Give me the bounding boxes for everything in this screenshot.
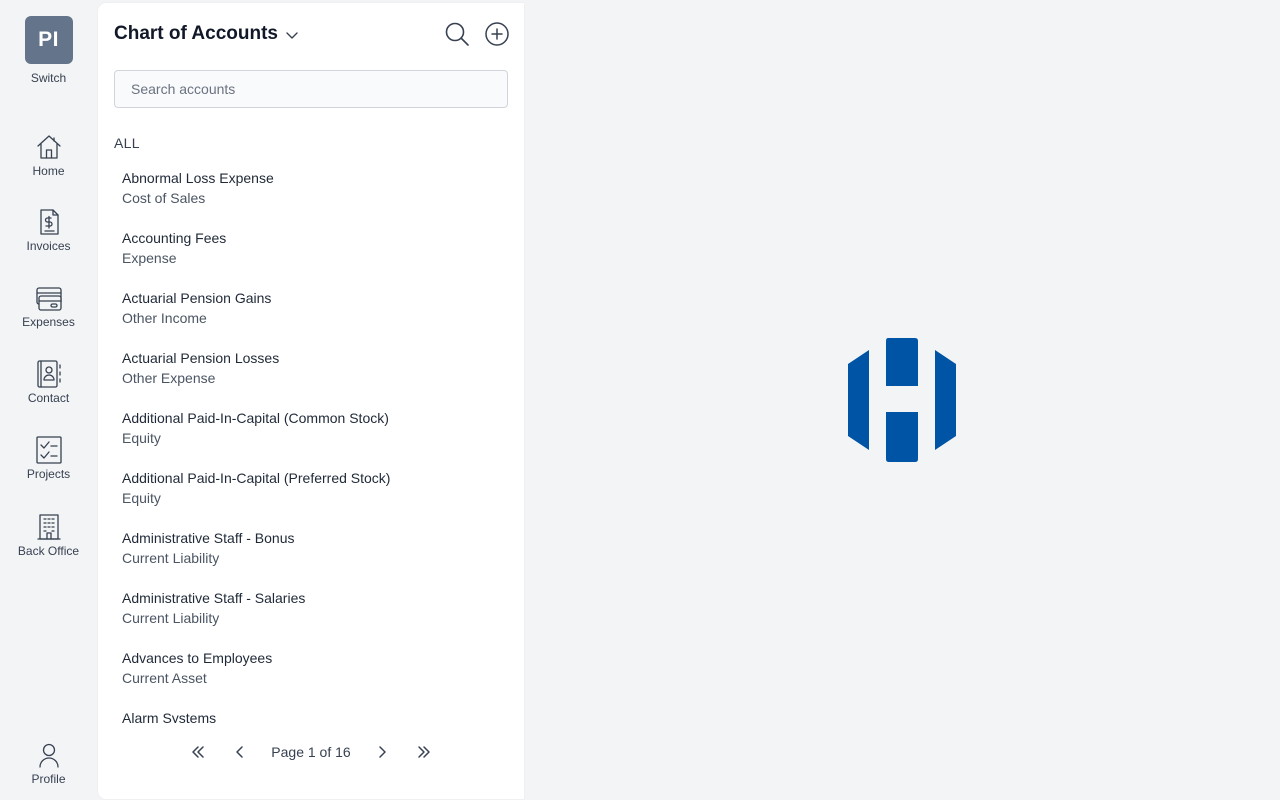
chevron-down-icon[interactable] — [284, 27, 300, 43]
nav-label-home: Home — [32, 164, 65, 178]
plus-circle-icon[interactable] — [484, 21, 510, 47]
organization-badge: PI — [24, 16, 73, 64]
account-name: Actuarial Pension Gains — [122, 290, 272, 306]
nav-item-projects[interactable]: Projects — [0, 435, 97, 481]
list-item[interactable]: Advances to Employees Current Asset — [98, 643, 524, 703]
search-icon[interactable] — [444, 21, 470, 47]
chevrons-right-icon[interactable] — [413, 741, 435, 763]
list-item[interactable]: Administrative Staff - Bonus Current Lia… — [98, 523, 524, 583]
nav-item-expenses[interactable]: Expenses — [0, 283, 97, 329]
switch-organization-button[interactable]: PI Switch — [0, 16, 97, 85]
panel-header: Chart of Accounts — [114, 19, 510, 49]
left-nav-rail: PI Switch Home Invoices Expenses Contact… — [0, 0, 97, 800]
chevrons-left-icon[interactable] — [187, 741, 209, 763]
account-name: Actuarial Pension Losses — [122, 350, 280, 366]
home-icon — [34, 132, 64, 162]
account-name: Abnormal Loss Expense — [122, 170, 274, 186]
account-name: Additional Paid-In-Capital (Preferred St… — [122, 470, 391, 486]
list-item[interactable]: Accounting Fees Expense — [98, 223, 524, 283]
nav-label-projects: Projects — [26, 467, 71, 481]
list-item[interactable]: Actuarial Pension Gains Other Income — [98, 283, 524, 343]
accounts-list: Abnormal Loss Expense Cost of Sales Acco… — [98, 163, 524, 723]
list-item[interactable]: Additional Paid-In-Capital (Common Stock… — [98, 403, 524, 463]
list-item[interactable]: Abnormal Loss Expense Cost of Sales — [98, 163, 524, 223]
list-item[interactable]: Alarm Systems — [98, 703, 524, 723]
contact-book-icon — [34, 359, 64, 389]
nav-label-contact: Contact — [27, 391, 70, 405]
chart-of-accounts-panel: Chart of Accounts ALL Ab — [98, 3, 524, 799]
credit-card-icon — [34, 283, 64, 313]
header-actions — [444, 21, 510, 47]
invoice-dollar-icon — [34, 207, 64, 237]
account-type: Cost of Sales — [122, 190, 206, 206]
nav-label-expenses: Expenses — [22, 315, 75, 329]
account-type: Equity — [122, 430, 161, 446]
account-name: Alarm Systems — [122, 710, 217, 723]
account-type: Equity — [122, 490, 161, 506]
building-icon — [34, 512, 64, 542]
nav-item-contact[interactable]: Contact — [0, 359, 97, 405]
chevron-left-icon[interactable] — [229, 741, 251, 763]
nav-item-back-office[interactable]: Back Office — [0, 512, 97, 558]
account-type: Current Liability — [122, 550, 220, 566]
list-item[interactable]: Administrative Staff - Salaries Current … — [98, 583, 524, 643]
switch-label: Switch — [30, 71, 67, 85]
nav-item-home[interactable]: Home — [0, 132, 97, 178]
account-type: Expense — [122, 250, 177, 266]
account-type: Current Asset — [122, 670, 207, 686]
nav-item-profile[interactable]: Profile — [0, 740, 97, 786]
account-type: Other Expense — [122, 370, 216, 386]
brand-logo — [846, 336, 958, 464]
checklist-icon — [34, 435, 64, 465]
nav-label-profile: Profile — [31, 772, 66, 786]
account-name: Additional Paid-In-Capital (Common Stock… — [122, 410, 389, 426]
account-name: Accounting Fees — [122, 230, 227, 246]
page-title: Chart of Accounts — [114, 23, 278, 44]
account-name: Advances to Employees — [122, 650, 273, 666]
nav-label-back-office: Back Office — [17, 544, 80, 558]
account-type: Current Liability — [122, 610, 220, 626]
page-indicator: Page 1 of 16 — [271, 744, 351, 760]
nav-item-invoices[interactable]: Invoices — [0, 207, 97, 253]
search-input[interactable] — [114, 70, 508, 108]
list-item[interactable]: Additional Paid-In-Capital (Preferred St… — [98, 463, 524, 523]
account-name: Administrative Staff - Bonus — [122, 530, 295, 546]
section-label: ALL — [114, 135, 140, 151]
account-type: Other Income — [122, 310, 207, 326]
pagination: Page 1 of 16 — [98, 739, 524, 765]
nav-label-invoices: Invoices — [26, 239, 71, 253]
user-icon — [34, 740, 64, 770]
account-name: Administrative Staff - Salaries — [122, 590, 306, 606]
list-item[interactable]: Actuarial Pension Losses Other Expense — [98, 343, 524, 403]
chevron-right-icon[interactable] — [371, 741, 393, 763]
